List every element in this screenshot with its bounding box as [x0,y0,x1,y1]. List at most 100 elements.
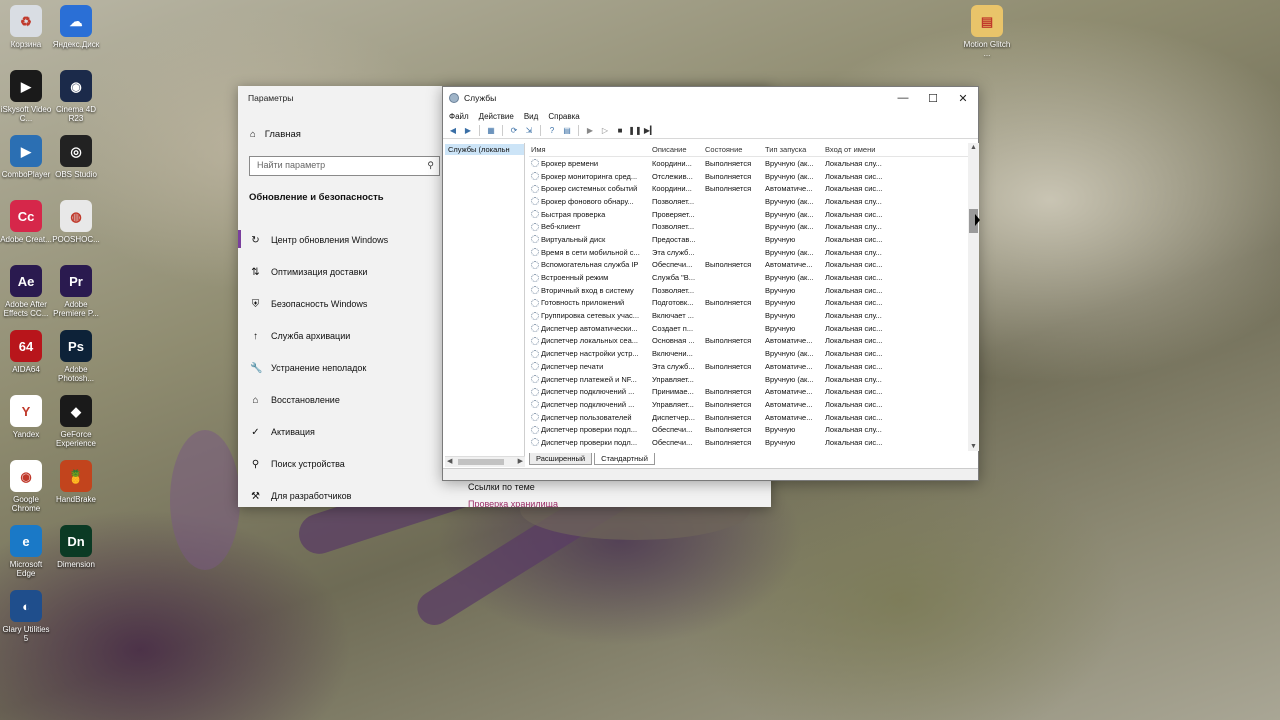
play-icon[interactable]: ▶ [584,125,596,137]
table-row[interactable]: Веб-клиент Позволяет... Вручную (ак... Лока… [529,220,969,233]
table-cell: Диспетчер подключений ... [529,400,649,409]
table-row[interactable]: Брокер мониторинга сред... Отслежив... Вып… [529,170,969,183]
table-row[interactable]: Брокер системных событий Координи... Выпол… [529,182,969,195]
table-row[interactable]: Диспетчер пользователей Диспетчер... Выпол… [529,411,969,424]
column-header-logon[interactable]: Вход от имени [822,145,888,154]
storage-check-link[interactable]: Проверка хранилища [468,499,558,507]
column-header-status[interactable]: Состояние [702,145,762,154]
nav-item-troubleshoot[interactable]: 🔧 Устранение неполадок [238,352,443,384]
scroll-right-icon[interactable]: ▶ [518,457,523,465]
nav-item-delivery-optimization[interactable]: ⇅ Оптимизация доставки [238,256,443,288]
column-header-description[interactable]: Описание [649,145,702,154]
table-row[interactable]: Диспетчер локальных сеа... Основная ... Вы… [529,335,969,348]
desktop-icon[interactable]: ◉ Cinema 4D R23 [50,70,102,123]
desktop-icon[interactable]: ▤ Motion Glitch ... [961,5,1013,58]
scroll-left-icon[interactable]: ◀ [447,457,452,465]
scroll-up-icon[interactable]: ▲ [970,144,977,151]
desktop-icon[interactable]: ▶ ComboPlayer [0,135,52,179]
app-icon: ◉ [60,70,92,102]
desktop-icon[interactable]: Pr Adobe Premiere P... [50,265,102,318]
table-row[interactable]: Группировка сетевых учас... Включает ... В… [529,309,969,322]
tree-hscrollbar[interactable]: ◀ ▶ [445,456,525,467]
desktop-icon[interactable]: Y Yandex [0,395,52,439]
minimize-button[interactable]: — [888,87,918,109]
nav-item-activation[interactable]: ✓ Активация [238,416,443,448]
desktop-icon[interactable]: Dn Dimension [50,525,102,569]
menu-help[interactable]: Справка [548,112,579,121]
nav-item-windows-update[interactable]: ↻ Центр обновления Windows [238,224,443,256]
tab-extended[interactable]: Расширенный [529,453,593,465]
table-row[interactable]: Диспетчер автоматически... Создает п... Вр… [529,322,969,335]
desktop-icon[interactable]: 64 AIDA64 [0,330,52,374]
table-row[interactable]: Готовность приложений Подготовк... Выполня… [529,297,969,310]
refresh-icon[interactable]: ⟳ [508,125,520,137]
tree-node-services[interactable]: Службы (локальн [445,144,524,155]
table-row[interactable]: Диспетчер платежей и NF... Управляет... Вр… [529,373,969,386]
desktop-icon[interactable]: Ps Adobe Photosh... [50,330,102,383]
nav-item-windows-security[interactable]: ⛨ Безопасность Windows [238,288,443,320]
services-titlebar[interactable]: Службы — ☐ ✕ [443,87,978,109]
help-icon[interactable]: ? [546,125,558,137]
table-row[interactable]: Диспетчер проверки подл... Обеспечи... Вып… [529,436,969,449]
desktop-icon[interactable]: e Microsoft Edge [0,525,52,578]
console-tree-icon[interactable]: ▦ [485,125,497,137]
services-window[interactable]: Службы — ☐ ✕ Файл Действие Вид Справка ◀… [442,86,979,481]
properties-icon[interactable]: ▤ [561,125,573,137]
restart-icon[interactable]: ▶▎ [644,125,656,137]
nav-item-recovery[interactable]: ⌂ Восстановление [238,384,443,416]
menu-action[interactable]: Действие [479,112,514,121]
table-row[interactable]: Вторичный вход в систему Позволяет... Вруч… [529,284,969,297]
desktop-icon[interactable]: ◐ Glary Utilities 5 [0,590,52,643]
desktop-icon[interactable]: ◉ Google Chrome [0,460,52,513]
table-row[interactable]: Брокер времени Координи... Выполняется Вруч… [529,157,969,170]
tab-standard[interactable]: Стандартный [594,453,655,465]
export-icon[interactable]: ⇲ [523,125,535,137]
forward-icon[interactable]: ▶ [462,125,474,137]
pause-icon[interactable]: ❚❚ [628,125,641,137]
desktop-icon[interactable]: ◍ POOSHOC... [50,200,102,244]
desktop-icon[interactable]: 🍍 HandBrake [50,460,102,504]
table-row[interactable]: Диспетчер подключений ... Управляет... Вып… [529,398,969,411]
scroll-down-icon[interactable]: ▼ [970,443,977,450]
search-icon[interactable]: ⚲ [427,160,434,171]
menu-view[interactable]: Вид [524,112,538,121]
play-alt-icon[interactable]: ▷ [599,125,611,137]
table-row[interactable]: Диспетчер проверки подл... Обеспечи... Вып… [529,423,969,436]
services-vscrollbar[interactable]: ▲ ▼ [968,143,979,451]
table-row[interactable]: Быстрая проверка Проверяет... Вручную (ак.… [529,208,969,221]
desktop-icon[interactable]: ♻ Корзина [0,5,52,49]
table-cell: Вручную (ак... [765,171,814,181]
desktop-icon[interactable]: Cc Adobe Creat... [0,200,52,244]
desktop-icon[interactable]: ◎ OBS Studio [50,135,102,179]
tree-scroll-thumb[interactable] [458,459,504,465]
table-row[interactable]: Диспетчер настройки устр... Включени... Вр… [529,347,969,360]
menu-bar: Файл Действие Вид Справка [443,109,978,123]
home-link[interactable]: ⌂ Главная [250,129,301,140]
nav-item-developers[interactable]: ⚒ Для разработчиков [238,480,443,512]
settings-title: Параметры [248,93,294,103]
table-row[interactable]: Брокер фонового обнару... Позволяет... Вру… [529,195,969,208]
menu-file[interactable]: Файл [449,112,469,121]
column-header-startup[interactable]: Тип запуска [762,145,822,154]
back-icon[interactable]: ◀ [447,125,459,137]
table-row[interactable]: Виртуальный диск Предостав... Вручную Локал… [529,233,969,246]
stop-icon[interactable]: ■ [614,125,626,137]
nav-item-backup[interactable]: ↑ Служба архивации [238,320,443,352]
table-cell: Включени... [652,349,693,359]
table-row[interactable]: Время в сети мобильной с... Эта служб... В… [529,246,969,259]
desktop-icon[interactable]: ☁ Яндекс.Диск [50,5,102,49]
search-input[interactable]: Найти параметр ⚲ [249,156,440,176]
desktop-icon[interactable]: Ae Adobe After Effects CC... [0,265,52,318]
table-row[interactable]: Встроенный режим Служба "В... Вручную (ак.… [529,271,969,284]
table-row[interactable]: Вспомогательная служба IP Обеспечи... Выпо… [529,259,969,272]
app-icon: 🍍 [60,460,92,492]
service-gear-icon [531,172,539,181]
desktop-icon[interactable]: ▶ iSkysoft Video C... [0,70,52,123]
table-row[interactable]: Диспетчер подключений ... Принимае... Выпо… [529,385,969,398]
close-button[interactable]: ✕ [948,87,978,109]
column-header-name[interactable]: Имя [529,145,649,154]
nav-item-find-device[interactable]: ⚲ Поиск устройства [238,448,443,480]
desktop-icon[interactable]: ◆ GeForce Experience [50,395,102,448]
table-row[interactable]: Диспетчер печати Эта служб... Выполняется А… [529,360,969,373]
maximize-button[interactable]: ☐ [918,87,948,109]
